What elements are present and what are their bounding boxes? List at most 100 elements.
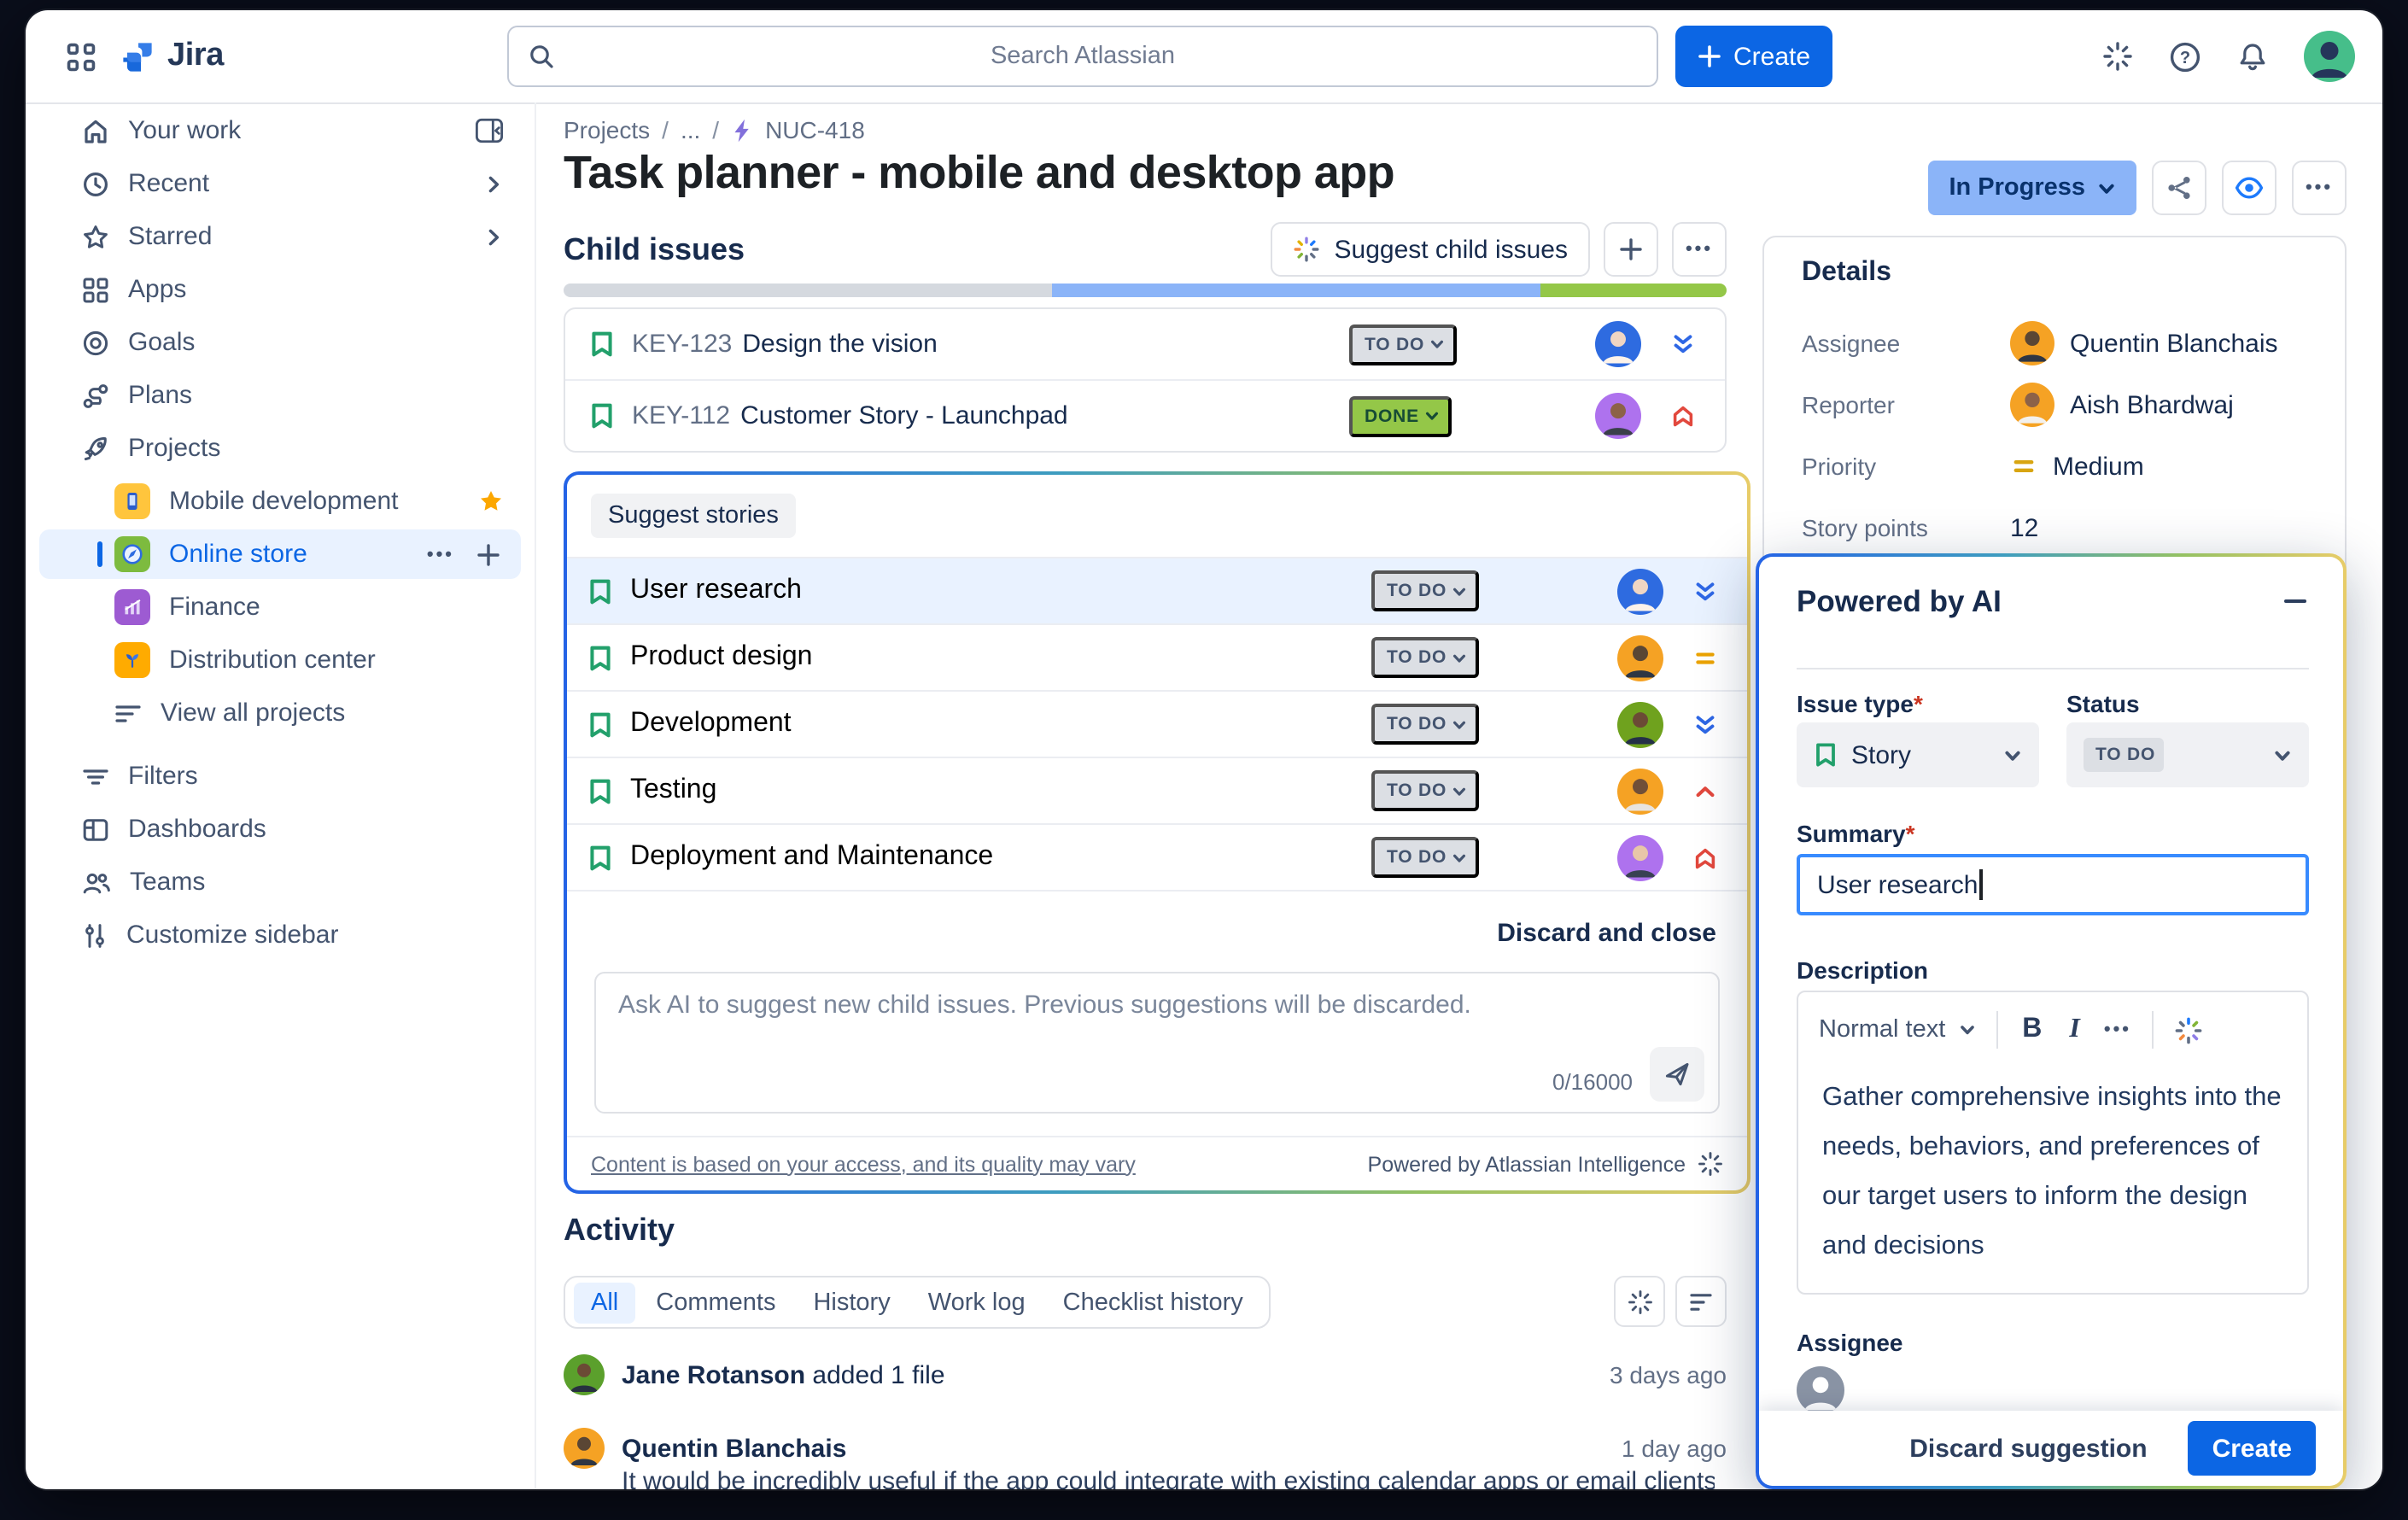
chevron-right-icon: [483, 173, 504, 194]
issue-title[interactable]: Design the vision: [742, 330, 937, 359]
watch-eye-button[interactable]: [2222, 161, 2276, 215]
status-select[interactable]: TO DO: [2066, 722, 2309, 787]
status-chip[interactable]: DONE: [1349, 395, 1452, 436]
notifications-bell-icon[interactable]: [2237, 40, 2268, 73]
collapse-modal-button[interactable]: [2275, 581, 2316, 622]
sidebar-item-starred[interactable]: Starred: [26, 212, 521, 261]
assignee-avatar[interactable]: [1617, 701, 1663, 747]
suggested-issue-row[interactable]: Product design TO DO: [567, 623, 1747, 690]
issue-title[interactable]: Testing: [630, 775, 716, 806]
child-issue-row[interactable]: KEY-123 Design the vision TO DO: [565, 309, 1725, 379]
more-actions-button[interactable]: •••: [2292, 161, 2347, 215]
ai-sparkle-multicolor-icon[interactable]: [2174, 1015, 2203, 1044]
issue-type-label: Issue type*: [1797, 690, 1923, 717]
add-child-issue-button[interactable]: [1604, 222, 1658, 277]
sidebar-item-projects[interactable]: Projects: [26, 424, 521, 473]
tab-work-log[interactable]: Work log: [911, 1282, 1043, 1323]
sidebar-view-all-projects[interactable]: View all projects: [26, 688, 521, 738]
status-chip[interactable]: TO DO: [1371, 570, 1479, 611]
unassigned-avatar[interactable]: [1797, 1366, 1844, 1414]
bold-button[interactable]: B: [2019, 1014, 2045, 1045]
child-issue-row[interactable]: KEY-112 Customer Story - Launchpad DONE: [565, 379, 1725, 451]
breadcrumb-projects[interactable]: Projects: [564, 116, 650, 143]
suggested-issue-row[interactable]: Development TO DO: [567, 690, 1747, 757]
sidebar-project-distribution-center[interactable]: Distribution center: [26, 635, 521, 685]
ai-disclaimer-link[interactable]: Content is based on your access, and its…: [591, 1152, 1136, 1176]
suggested-issue-row[interactable]: Deployment and Maintenance TO DO: [567, 823, 1747, 892]
text-style-dropdown[interactable]: Normal text: [1819, 1016, 1976, 1044]
status-chip[interactable]: TO DO: [1371, 704, 1479, 745]
sidebar-item-plans[interactable]: Plans: [26, 371, 521, 420]
sidebar-project-finance[interactable]: Finance: [26, 582, 521, 632]
assignee-avatar[interactable]: [1617, 634, 1663, 681]
send-prompt-button[interactable]: [1650, 1047, 1704, 1102]
summary-input[interactable]: User research: [1797, 854, 2309, 915]
description-text[interactable]: Gather comprehensive insights into the n…: [1798, 1059, 2307, 1284]
issue-title[interactable]: User research: [630, 576, 802, 606]
tab-comments[interactable]: Comments: [639, 1282, 792, 1323]
assignee-avatar[interactable]: [1595, 393, 1641, 439]
breadcrumb-issue-key[interactable]: NUC-418: [765, 116, 865, 143]
status-dropdown-button[interactable]: In Progress: [1928, 161, 2136, 215]
issue-title[interactable]: Product design: [630, 642, 812, 673]
assignee-avatar[interactable]: [1617, 834, 1663, 880]
tab-all[interactable]: All: [574, 1282, 635, 1323]
project-more-icon[interactable]: •••: [427, 544, 454, 564]
discard-and-close-button[interactable]: Discard and close: [1497, 919, 1716, 948]
activity-user[interactable]: Quentin Blanchais: [622, 1434, 846, 1463]
collapse-sidebar-icon[interactable]: [475, 118, 504, 143]
issue-type-select[interactable]: Story: [1797, 722, 2039, 787]
status-chip[interactable]: TO DO: [1371, 637, 1479, 678]
more-formatting-icon[interactable]: •••: [2104, 1020, 2131, 1040]
sidebar-item-filters[interactable]: Filters: [26, 751, 521, 801]
status-chip[interactable]: TO DO: [1349, 324, 1457, 365]
activity-entry[interactable]: Jane Rotanson added 1 file 3 days ago: [564, 1354, 1727, 1395]
app-switcher-icon[interactable]: [67, 42, 96, 71]
sidebar-project-online-store[interactable]: Online store •••: [39, 529, 521, 579]
assignee-avatar[interactable]: [1617, 768, 1663, 814]
sidebar-item-recent[interactable]: Recent: [26, 159, 521, 208]
assignee-avatar[interactable]: [1617, 568, 1663, 614]
suggest-child-issues-button[interactable]: Suggest child issues: [1271, 222, 1591, 277]
child-issues-more-button[interactable]: •••: [1672, 222, 1727, 277]
italic-button[interactable]: I: [2066, 1014, 2083, 1045]
create-button[interactable]: Create: [1675, 26, 1832, 87]
sidebar-project-mobile-development[interactable]: Mobile development: [26, 476, 521, 526]
issue-title[interactable]: Customer Story - Launchpad: [740, 401, 1068, 430]
sidebar-item-teams[interactable]: Teams: [26, 857, 521, 907]
jira-logo[interactable]: Jira: [120, 38, 224, 75]
ai-prompt-box[interactable]: Ask AI to suggest new child issues. Prev…: [594, 972, 1720, 1114]
activity-entry[interactable]: Quentin Blanchais 1 day ago: [564, 1428, 1727, 1469]
activity-user[interactable]: Jane Rotanson: [622, 1360, 805, 1389]
activity-heading: Activity: [564, 1213, 675, 1248]
modal-create-button[interactable]: Create: [2189, 1421, 2316, 1476]
assignee-avatar[interactable]: [1595, 321, 1641, 367]
activity-ai-button[interactable]: [1614, 1276, 1665, 1327]
global-search[interactable]: [507, 26, 1658, 87]
issue-title[interactable]: Deployment and Maintenance: [630, 842, 993, 873]
sidebar-item-goals[interactable]: Goals: [26, 318, 521, 367]
suggested-issue-row[interactable]: User research TO DO: [567, 557, 1747, 623]
breadcrumb-ellipsis[interactable]: ...: [681, 116, 700, 143]
description-editor[interactable]: Normal text B I ••• Gather comprehensive…: [1797, 991, 2309, 1295]
issue-key: KEY-112: [632, 401, 730, 430]
status-chip[interactable]: TO DO: [1371, 770, 1479, 811]
share-button[interactable]: [2152, 161, 2206, 215]
suggested-issue-row[interactable]: Testing TO DO: [567, 757, 1747, 823]
search-input[interactable]: [509, 26, 1657, 87]
tab-history[interactable]: History: [796, 1282, 907, 1323]
help-icon[interactable]: ?: [2169, 40, 2201, 73]
status-chip[interactable]: TO DO: [1371, 837, 1479, 878]
sidebar-item-your-work[interactable]: Your work: [26, 106, 521, 155]
activity-sort-button[interactable]: [1675, 1276, 1727, 1327]
sidebar-item-dashboards[interactable]: Dashboards: [26, 804, 521, 854]
tab-checklist-history[interactable]: Checklist history: [1046, 1282, 1260, 1323]
sidebar-item-customize[interactable]: Customize sidebar: [26, 910, 521, 960]
discard-suggestion-button[interactable]: Discard suggestion: [1899, 1432, 2157, 1464]
sidebar-item-apps[interactable]: Apps: [26, 265, 521, 314]
user-avatar[interactable]: [2304, 31, 2355, 82]
issue-title[interactable]: Development: [630, 709, 792, 740]
project-add-icon[interactable]: [476, 542, 500, 566]
ai-sparkle-icon[interactable]: [2102, 41, 2133, 72]
starred-star-icon[interactable]: [478, 488, 504, 514]
